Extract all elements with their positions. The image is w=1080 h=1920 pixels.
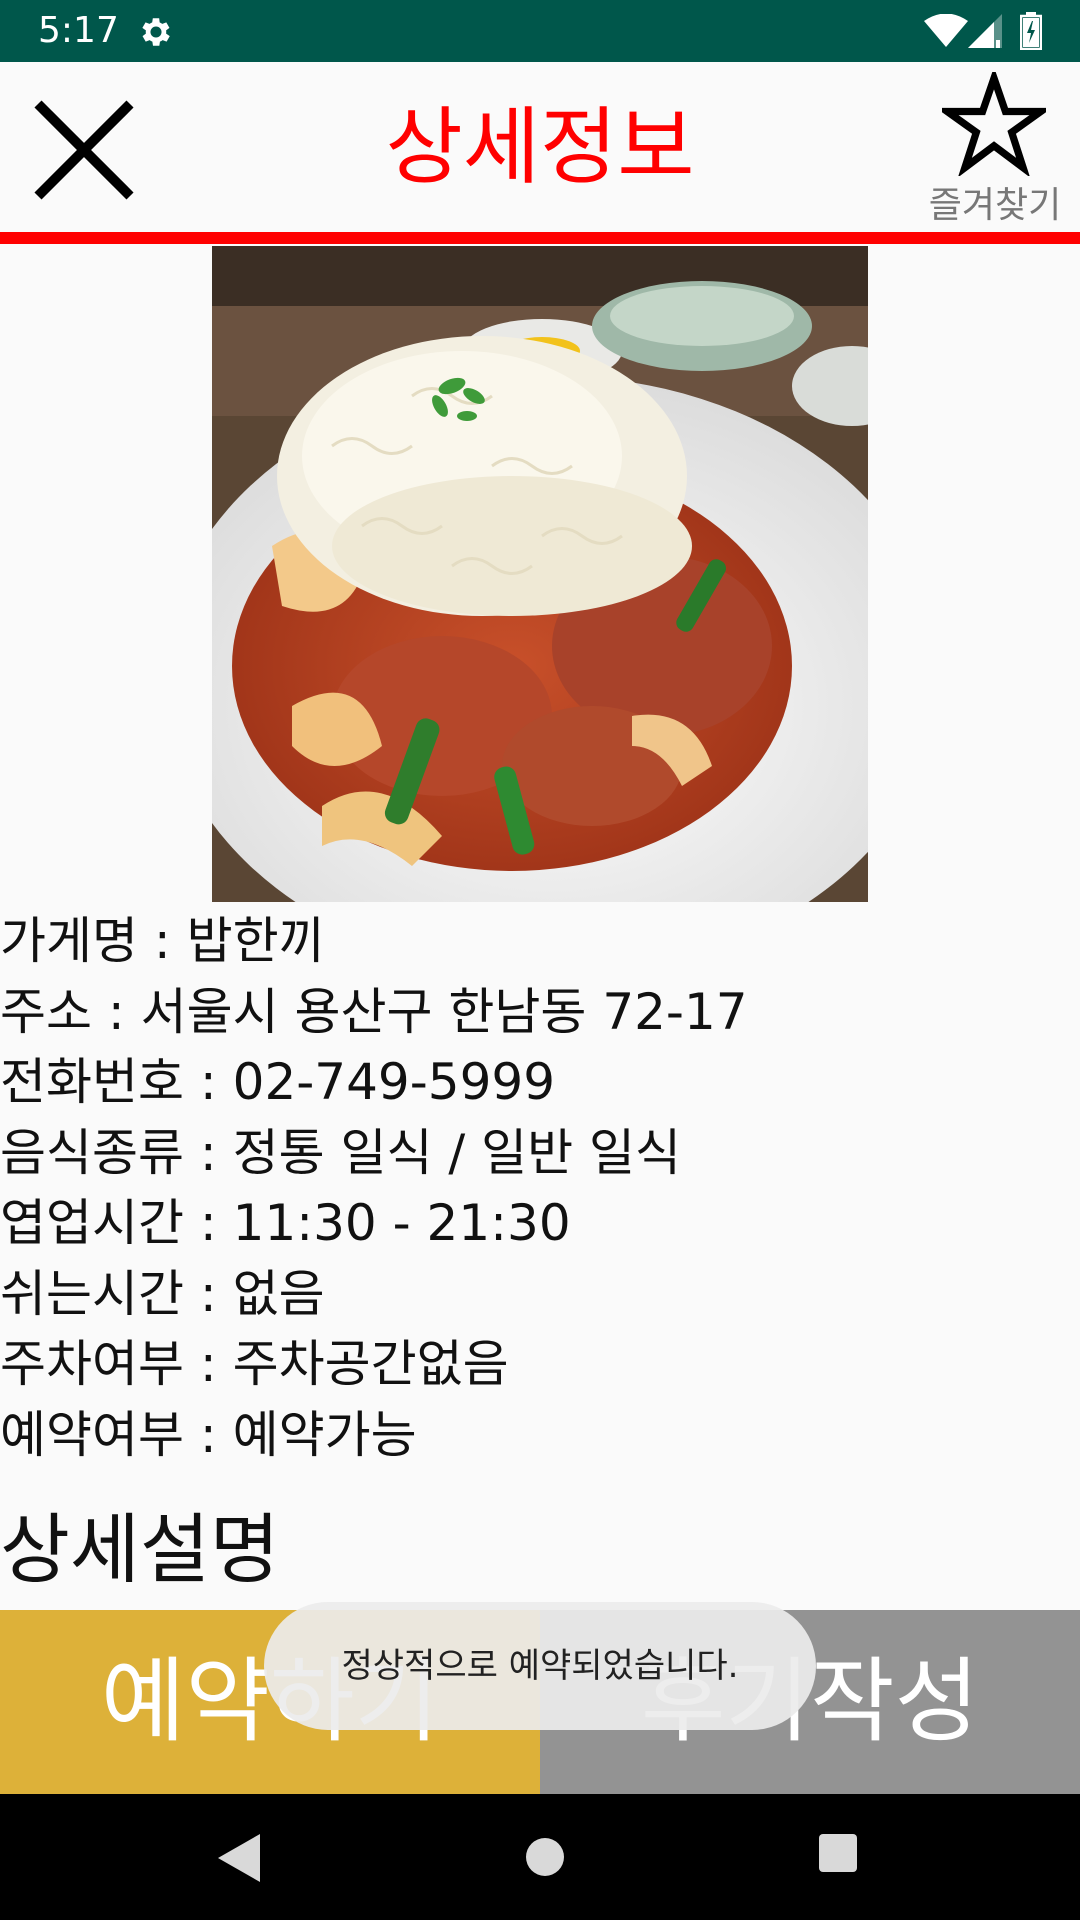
header-divider <box>0 232 1080 244</box>
recents-icon[interactable] <box>817 1832 859 1874</box>
favorite-label: 즐겨찾기 <box>928 185 1062 226</box>
star-outline-icon <box>942 72 1046 176</box>
battery-icon <box>1020 12 1042 50</box>
info-food-type: 음식종류 : 정통 일식 / 일반 일식 <box>0 1123 682 1182</box>
gear-icon <box>142 18 170 46</box>
info-business-hours: 엽업시간 : 11:30 - 21:30 <box>0 1194 571 1252</box>
detail-section-title: 상세설명 <box>0 1505 280 1594</box>
status-bar: 5:17 <box>0 0 1080 62</box>
store-info-list: 가게명 : 밥한끼 주소 : 서울시 용산구 한남동 72-17 전화번호 : … <box>0 906 1080 1470</box>
toast-message: 정상적으로 예약되었습니다. <box>264 1602 816 1730</box>
info-store-name: 가게명 : 밥한끼 <box>0 912 325 970</box>
food-image <box>212 246 868 902</box>
info-phone: 전화번호 : 02-749-5999 <box>0 1053 556 1111</box>
status-time: 5:17 <box>38 10 119 51</box>
wifi-icon <box>924 14 968 47</box>
info-break-time: 쉬는시간 : 없음 <box>0 1264 325 1323</box>
info-address: 주소 : 서울시 용산구 한남동 72-17 <box>0 982 748 1041</box>
back-icon[interactable] <box>214 1832 264 1884</box>
home-icon[interactable] <box>520 1832 570 1882</box>
favorite-button[interactable]: 즐겨찾기 <box>920 72 1070 232</box>
info-parking: 주차여부 : 주차공간없음 <box>0 1335 509 1393</box>
info-reservation: 예약여부 : 예약가능 <box>0 1405 417 1464</box>
system-nav-bar <box>0 1794 1080 1920</box>
signal-icon <box>968 14 1002 48</box>
screen: 5:17 상세정보 즐겨찾기 가게명: 밥한끼 주소: 서울시 용산구 한남… <box>0 0 1080 1920</box>
header: 상세정보 즐겨찾기 <box>0 62 1080 232</box>
page-title: 상세정보 <box>385 98 695 196</box>
